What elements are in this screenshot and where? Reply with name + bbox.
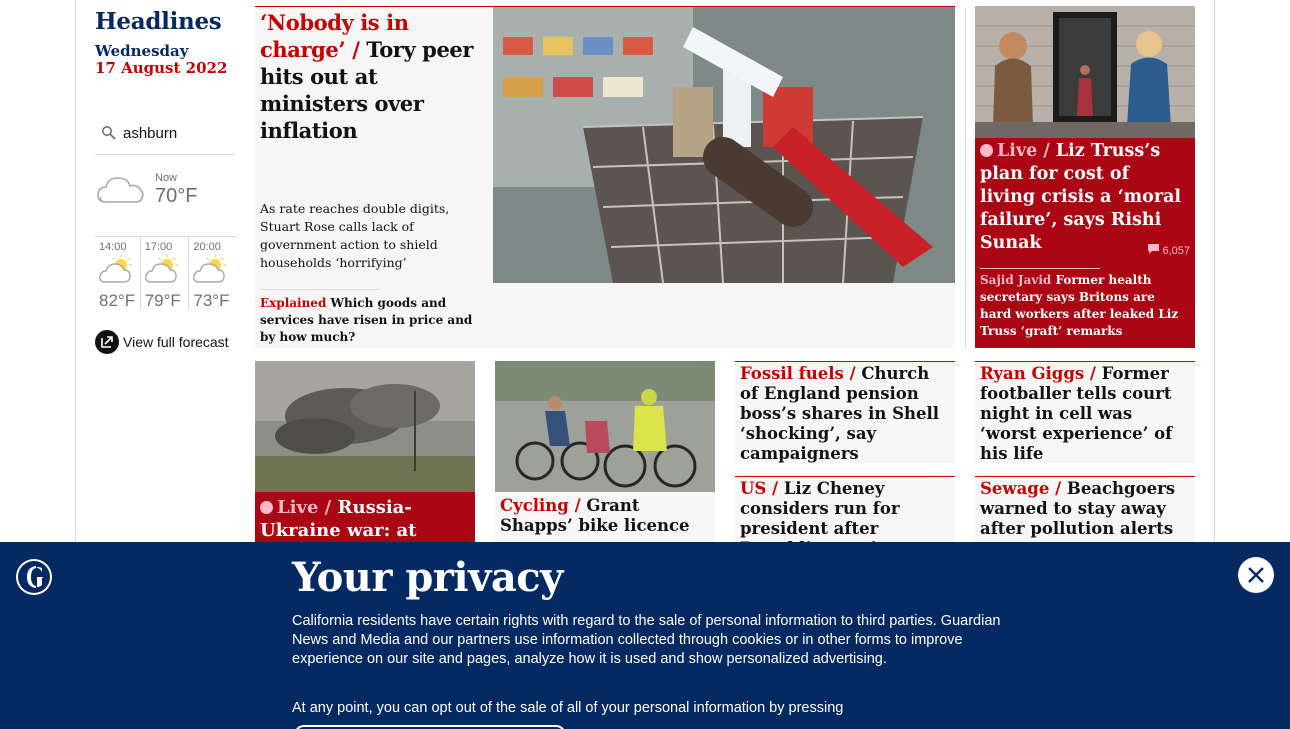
- story-headline: Fossil fuels / Church of England pension…: [735, 362, 955, 463]
- live-dot-icon: [260, 501, 273, 514]
- sublink-kicker: Explained: [260, 296, 327, 310]
- story-image: [495, 361, 715, 492]
- forecast-time: 17:00: [144, 241, 173, 253]
- forecast-item: 14:00 82°F: [95, 237, 140, 310]
- story-kicker: Sewage /: [980, 479, 1062, 498]
- lead-image: [493, 7, 955, 283]
- cloud-icon: [97, 177, 144, 203]
- forecast-item: 20:00 73°F: [188, 237, 237, 310]
- story-kicker: US /: [740, 479, 779, 498]
- lead-headline[interactable]: ‘Nobody is in charge’ / Tory peer hits o…: [260, 9, 486, 144]
- forecast-time: 20:00: [193, 241, 221, 253]
- comment-icon: [1148, 244, 1160, 254]
- forecast-time: 14:00: [99, 241, 127, 253]
- column-divider: [965, 8, 966, 348]
- privacy-button[interactable]: [294, 725, 566, 729]
- shopping-trolley-photo: [493, 7, 955, 283]
- smoke-photo: [255, 361, 475, 492]
- story-headline: US / Liz Cheney considers run for presid…: [735, 477, 955, 542]
- section-day: Wednesday: [95, 42, 189, 60]
- story-kicker: Cycling /: [500, 496, 581, 515]
- live-story-card[interactable]: Live / Liz Truss’s plan for cost of livi…: [975, 6, 1195, 348]
- section-title: Headlines: [95, 8, 222, 35]
- view-full-forecast-link[interactable]: View full forecast: [95, 330, 229, 354]
- weather-forecast: 14:00 82°F 17:00 79°F 20:00 73°F: [95, 236, 237, 310]
- weather-now: Now 70°F: [95, 168, 235, 228]
- live-headline[interactable]: Live / Liz Truss’s plan for cost of livi…: [980, 140, 1190, 255]
- partly-cloudy-icon: [144, 255, 178, 283]
- story-headline: Live / Russia-Ukraine war: at least 12: [255, 492, 475, 542]
- privacy-title: Your privacy: [292, 554, 563, 601]
- weather-now-temp: 70°F: [155, 185, 198, 207]
- cyclists-photo: [495, 361, 715, 492]
- live-story-image: [975, 6, 1195, 138]
- story-card[interactable]: US / Liz Cheney considers run for presid…: [735, 476, 955, 542]
- view-full-forecast-label: View full forecast: [123, 334, 229, 350]
- comment-count[interactable]: 6,057: [1148, 244, 1190, 257]
- divider: [260, 289, 380, 290]
- location-input[interactable]: [123, 125, 233, 142]
- story-card[interactable]: Sewage / Beachgoers warned to stay away …: [975, 476, 1195, 542]
- forecast-temp: 79°F: [144, 291, 181, 310]
- headlines-sidebar: Headlines Wednesday 17 August 2022 Now 7…: [95, 8, 237, 354]
- forecast-temp: 73°F: [193, 291, 230, 310]
- live-label: Live /: [277, 497, 332, 518]
- story-card[interactable]: Cycling / Grant Shapps’ bike licence: [495, 361, 715, 542]
- story-headline: Sewage / Beachgoers warned to stay away …: [975, 477, 1195, 542]
- live-label: Live /: [997, 141, 1050, 161]
- story-card[interactable]: Live / Russia-Ukraine war: at least 12: [255, 361, 475, 542]
- forecast-temp: 82°F: [99, 291, 136, 310]
- live-dot-icon: [980, 144, 993, 157]
- lead-standfirst: As rate reaches double digits, Stuart Ro…: [260, 201, 450, 270]
- story-kicker: Ryan Giggs /: [980, 364, 1096, 383]
- sublink-kicker: Sajid Javid: [980, 273, 1052, 287]
- partly-cloudy-icon: [99, 255, 132, 283]
- guardian-logo-icon: [16, 559, 52, 595]
- privacy-banner: Your privacy California residents have c…: [0, 542, 1290, 729]
- lead-story-card[interactable]: ‘Nobody is in charge’ / Tory peer hits o…: [255, 6, 955, 348]
- external-link-icon: [95, 330, 119, 354]
- comment-count-text: 6,057: [1162, 245, 1190, 257]
- mural-photo: [975, 6, 1195, 138]
- forecast-item: 17:00 79°F: [139, 237, 189, 310]
- story-headline: Cycling / Grant Shapps’ bike licence: [495, 492, 715, 540]
- search-icon: [102, 126, 116, 140]
- live-sublink[interactable]: Sajid Javid Former health secretary says…: [980, 272, 1190, 340]
- section-date: 17 August 2022: [95, 59, 228, 77]
- story-card[interactable]: Ryan Giggs / Former footballer tells cou…: [975, 361, 1195, 463]
- lead-sublink[interactable]: Explained Which goods and services have …: [260, 295, 480, 346]
- story-card[interactable]: Fossil fuels / Church of England pension…: [735, 361, 955, 463]
- story-kicker: Fossil fuels /: [740, 364, 856, 383]
- privacy-body-optout: At any point, you can opt out of the sal…: [292, 700, 844, 716]
- partly-cloudy-icon: [193, 255, 227, 283]
- privacy-body: California residents have certain rights…: [292, 613, 1001, 667]
- divider: [980, 268, 1100, 269]
- story-image: [255, 361, 475, 492]
- close-button[interactable]: [1238, 557, 1274, 593]
- close-icon: [1248, 567, 1264, 583]
- story-headline: Ryan Giggs / Former footballer tells cou…: [975, 362, 1195, 463]
- weather-location-search[interactable]: [95, 123, 235, 155]
- weather-now-label: Now: [155, 172, 178, 184]
